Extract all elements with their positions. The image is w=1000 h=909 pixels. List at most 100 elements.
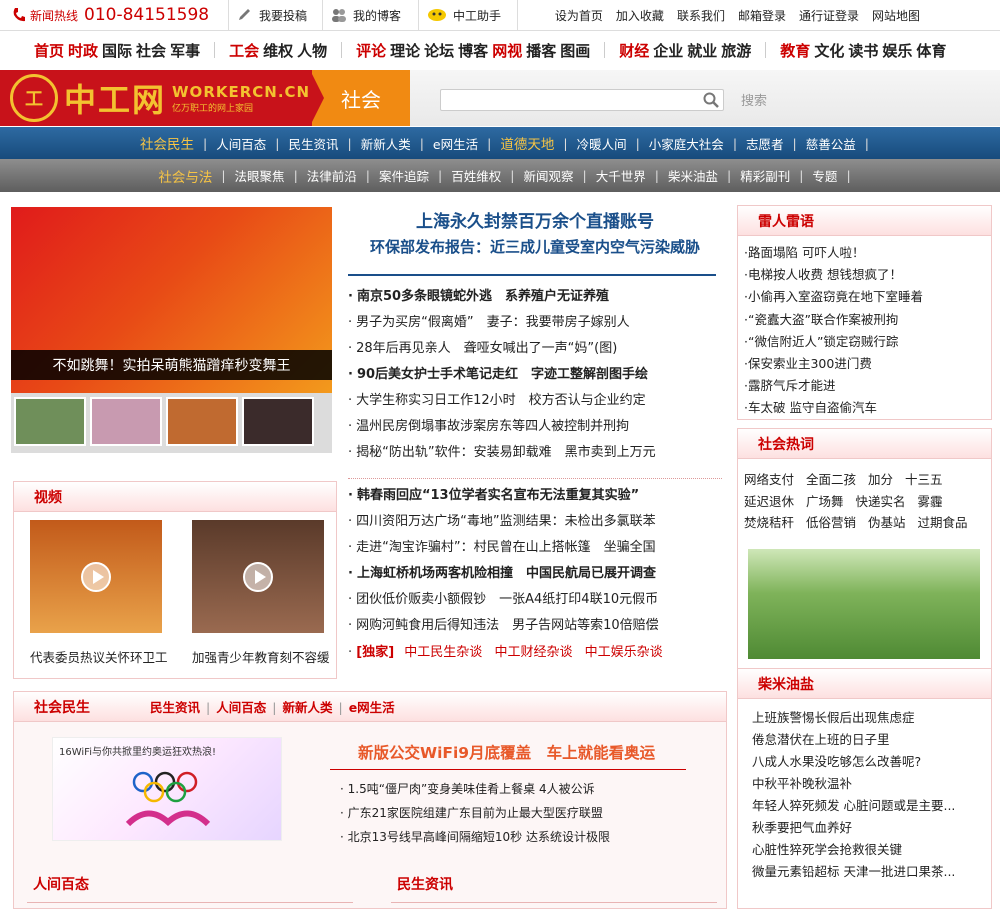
daily-life-item[interactable]: 中秋平补晚秋温补 <box>752 773 955 795</box>
nav-item[interactable]: 播客 <box>526 40 556 61</box>
news-item[interactable]: 大学生称实习日工作12小时 校方否认与企业约定 <box>348 391 646 411</box>
news-item[interactable]: 揭秘“防出轨”软件：安装易卸载难 黑市卖到上万元 <box>348 443 655 463</box>
mail-login-link[interactable]: 邮箱登录 <box>738 7 786 24</box>
news-item[interactable]: 走进“淘宝诈骗村”：村民曾在山上搭帐篷 坐骗全国 <box>348 538 655 558</box>
hotword-tag[interactable]: 过期食品 <box>918 512 968 534</box>
nav-item[interactable]: 军事 <box>170 40 200 61</box>
subnav1-item[interactable]: 小家庭大社会 <box>640 134 733 153</box>
subnav1-item[interactable]: 新新人类 <box>352 134 420 153</box>
passport-login-link[interactable]: 通行证登录 <box>799 7 859 24</box>
video-thumb-1[interactable] <box>30 520 162 633</box>
livelihood-link[interactable]: 民生资讯 <box>150 700 200 715</box>
leiren-item[interactable]: 保安索业主300进门费 <box>744 353 923 375</box>
news-item[interactable]: 南京50多条眼镜蛇外逃 系养殖户无证养殖 <box>348 287 609 307</box>
nav-item[interactable]: 工会 <box>229 40 259 61</box>
news-item[interactable]: 韩春雨回应“13位学者实名宣布无法重复其实验” <box>348 486 639 506</box>
exclusive-link-2[interactable]: 中工财经杂谈 <box>494 645 572 660</box>
hotword-tag[interactable]: 焚烧秸秆 <box>744 512 794 534</box>
feature-thumb-4[interactable] <box>242 397 314 446</box>
nav-item[interactable]: 评论 <box>356 40 386 61</box>
subnav1-item[interactable]: e网生活 <box>424 134 487 153</box>
nav-item[interactable]: 理论 <box>390 40 420 61</box>
leiren-item[interactable]: 露脐气斥才能进 <box>744 375 923 397</box>
my-blog-button[interactable]: 我的博客 <box>322 0 418 30</box>
news-item[interactable]: 温州民房倒塌事故涉案房东等四人被控制并刑拘 <box>348 417 629 437</box>
nav-item[interactable]: 博客 <box>458 40 488 61</box>
daily-life-item[interactable]: 心脏性猝死学会抢救很关键 <box>752 839 955 861</box>
news-item[interactable]: 男子为买房“假离婚” 妻子：我要带房子嫁别人 <box>348 313 629 333</box>
nav-item[interactable]: 维权 <box>263 40 293 61</box>
hotword-tag[interactable]: 网络支付 <box>744 469 794 491</box>
feature-caption[interactable]: 不如跳舞！实拍呆萌熊猫蹭痒秒变舞王 <box>11 350 332 380</box>
subnav2-item[interactable]: 法眼聚焦 <box>226 166 294 185</box>
subnav2-item[interactable]: 专题 <box>803 166 846 185</box>
tea-field-photo[interactable] <box>748 549 980 659</box>
subnav2-item[interactable]: 百姓维权 <box>442 166 510 185</box>
subnav1-item[interactable]: 民生资讯 <box>279 134 347 153</box>
livelihood-link[interactable]: 人间百态 <box>216 700 266 715</box>
nav-item[interactable]: 就业 <box>687 40 717 61</box>
site-logo[interactable]: 工 中工网 WORKERCN.CN 亿万职工的网上家园 <box>0 70 312 126</box>
hotword-tag[interactable]: 十三五 <box>905 469 943 491</box>
news-item[interactable]: 上海虹桥机场两客机险相撞 中国民航局已展开调查 <box>348 564 656 584</box>
subnav2-item[interactable]: 新闻观察 <box>514 166 582 185</box>
leiren-item[interactable]: 小偷再入室盗窃竟在地下室睡着 <box>744 286 923 308</box>
daily-life-item[interactable]: 上班族警惕长假后出现焦虑症 <box>752 707 955 729</box>
subnav1-item[interactable]: 志愿者 <box>737 134 793 153</box>
video-thumb-2[interactable] <box>192 520 324 633</box>
nav-item[interactable]: 论坛 <box>424 40 454 61</box>
sitemap-link[interactable]: 网站地图 <box>872 7 920 24</box>
livelihood-item[interactable]: 1.5吨“僵尸肉”变身美味佳肴上餐桌 4人被公诉 <box>340 777 610 801</box>
feature-thumb-1[interactable] <box>14 397 86 446</box>
nav-item[interactable]: 企业 <box>653 40 683 61</box>
video-caption-1[interactable]: 代表委员热议关怀环卫工 <box>30 647 170 666</box>
livelihood-item[interactable]: 广东21家医院组建广东目前为止最大型医疗联盟 <box>340 801 610 825</box>
subnav2-item[interactable]: 大千世界 <box>587 166 655 185</box>
nav-item[interactable]: 国际 <box>102 40 132 61</box>
search-input[interactable] <box>440 89 724 111</box>
nav-item[interactable]: 时政 <box>68 40 98 61</box>
livelihood-link[interactable]: e网生活 <box>349 700 395 715</box>
nav-item[interactable]: 首页 <box>34 40 64 61</box>
search-button[interactable]: 搜索 <box>741 90 767 109</box>
feature-thumb-3[interactable] <box>166 397 238 446</box>
nav-item[interactable]: 旅游 <box>721 40 751 61</box>
subnav2-item[interactable]: 精彩副刊 <box>731 166 799 185</box>
leiren-item[interactable]: “微信附近人”锁定窃贼行踪 <box>744 331 923 353</box>
play-icon[interactable] <box>243 561 273 592</box>
nav-item[interactable]: 体育 <box>916 40 946 61</box>
daily-life-item[interactable]: 年轻人猝死频发 心脏问题或是主要... <box>752 795 955 817</box>
subnav1-item[interactable]: 慈善公益 <box>797 134 865 153</box>
nav-item[interactable]: 教育 <box>780 40 810 61</box>
video-caption-2[interactable]: 加强青少年教育刻不容缓 <box>192 647 332 666</box>
hotword-tag[interactable]: 伪基站 <box>868 512 906 534</box>
hotword-tag[interactable]: 快递实名 <box>856 491 906 513</box>
news-item[interactable]: 90后美女护士手术笔记走红 字迹工整解剖图手绘 <box>348 365 648 385</box>
nav-item[interactable]: 人物 <box>297 40 327 61</box>
leiren-item[interactable]: 车太破 监守自盗偷汽车 <box>744 397 923 419</box>
subnav1-item[interactable]: 社会民生 <box>131 133 203 153</box>
headline-primary[interactable]: 上海永久封禁百万余个直播账号 <box>348 207 722 232</box>
set-homepage-link[interactable]: 设为首页 <box>555 7 603 24</box>
subnav1-item[interactable]: 道德天地 <box>491 133 563 153</box>
exclusive-link-1[interactable]: 中工民生杂谈 <box>404 645 482 660</box>
nav-item[interactable]: 文化 <box>814 40 844 61</box>
news-item[interactable]: 网购河鲀食用后得知违法 男子告网站等索10倍赔偿 <box>348 616 659 636</box>
feature-thumb-2[interactable] <box>90 397 162 446</box>
hotword-tag[interactable]: 广场舞 <box>806 491 844 513</box>
assistant-button[interactable]: 中工助手 <box>418 0 518 30</box>
nav-item[interactable]: 图画 <box>560 40 590 61</box>
news-item[interactable]: 28年后再见亲人 聋哑女喊出了一声“妈”(图) <box>348 339 617 359</box>
nav-item[interactable]: 财经 <box>619 40 649 61</box>
subnav2-item[interactable]: 柴米油盐 <box>659 166 727 185</box>
nav-item[interactable]: 网视 <box>492 40 522 61</box>
livelihood-item[interactable]: 北京13号线早高峰间隔缩短10秒 达系统设计极限 <box>340 825 610 849</box>
subnav2-item[interactable]: 法律前沿 <box>298 166 366 185</box>
play-icon[interactable] <box>81 561 111 592</box>
leiren-item[interactable]: 电梯按人收费 想钱想疯了！ <box>744 264 923 286</box>
contact-link[interactable]: 联系我们 <box>677 7 725 24</box>
hotword-tag[interactable]: 延迟退休 <box>744 491 794 513</box>
add-favorite-link[interactable]: 加入收藏 <box>616 7 664 24</box>
news-item[interactable]: 团伙低价贩卖小额假钞 一张A4纸打印4联10元假币 <box>348 590 658 610</box>
subnav2-item[interactable]: 案件追踪 <box>370 166 438 185</box>
